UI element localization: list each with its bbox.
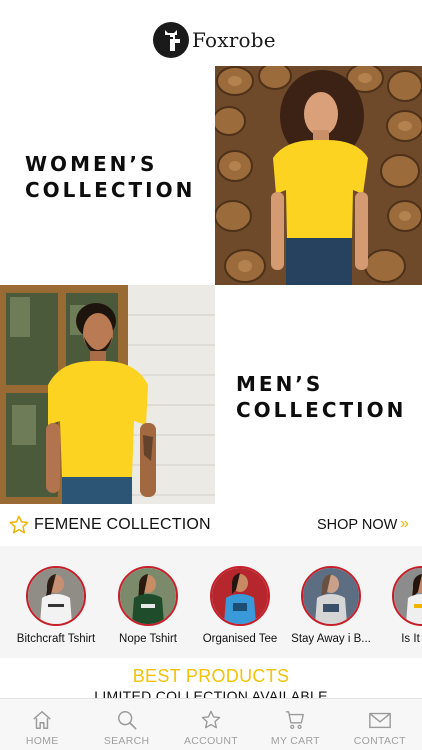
- bottom-tab-bar: HOME SEARCH ACCOUNT MY CART CONTACT: [0, 698, 422, 750]
- product-item[interactable]: Stay Away i B...: [281, 566, 381, 645]
- tab-home[interactable]: HOME: [0, 699, 84, 750]
- mens-label-line1: MEN’S: [236, 372, 324, 396]
- app-header: Foxrobe: [0, 0, 422, 66]
- shop-now-link[interactable]: SHOP NOW: [317, 517, 397, 533]
- tab-label: ACCOUNT: [184, 735, 239, 747]
- femene-collection-header: FEMENE COLLECTION SHOP NOW »: [0, 504, 422, 546]
- tab-label: CONTACT: [353, 735, 406, 747]
- mens-label-line2: COLLECTION: [236, 398, 407, 422]
- mail-icon: [368, 712, 391, 729]
- product-item[interactable]: Nope Tshirt: [98, 566, 198, 645]
- womens-collection-label[interactable]: WOMEN’S COLLECTION: [25, 151, 195, 203]
- product-thumbnail: [392, 566, 422, 626]
- product-name: Stay Away i B...: [291, 633, 371, 645]
- tab-my-cart[interactable]: MY CART: [253, 699, 337, 750]
- search-icon: [117, 711, 137, 730]
- product-thumbnail: [118, 566, 178, 626]
- product-carousel[interactable]: Bitchcraft Tshirt Nope Tshirt Organised …: [0, 546, 422, 658]
- mens-collection-image[interactable]: [0, 285, 215, 504]
- product-name: Is It Frid: [401, 633, 422, 645]
- best-products-title: BEST PRODUCTS: [132, 666, 290, 686]
- product-thumbnail: [210, 566, 270, 626]
- product-item[interactable]: Is It Frid: [372, 566, 422, 645]
- product-item[interactable]: Organised Tee: [190, 566, 290, 645]
- fox-logo-icon: [153, 22, 189, 58]
- star-icon: [9, 515, 29, 534]
- mens-collection-label[interactable]: MEN’S COLLECTION: [236, 371, 406, 423]
- tab-label: HOME: [25, 735, 59, 747]
- product-thumbnail: [301, 566, 361, 626]
- tab-label: MY CART: [270, 735, 320, 747]
- womens-collection-image[interactable]: [215, 66, 422, 285]
- tab-search[interactable]: SEARCH: [84, 699, 168, 750]
- product-name: Organised Tee: [202, 633, 278, 645]
- section-title: FEMENE COLLECTION: [34, 516, 211, 533]
- tab-label: SEARCH: [103, 735, 150, 747]
- brand-logo[interactable]: Foxrobe: [153, 22, 276, 58]
- womens-label-line1: WOMEN’S: [25, 152, 158, 176]
- double-chevron-right-icon[interactable]: »: [400, 515, 409, 533]
- tab-account[interactable]: ACCOUNT: [169, 699, 253, 750]
- product-name: Bitchcraft Tshirt: [16, 633, 96, 645]
- home-icon: [33, 711, 51, 729]
- womens-label-line2: COLLECTION: [25, 178, 196, 202]
- star-icon: [201, 710, 221, 729]
- product-thumbnail: [26, 566, 86, 626]
- tab-contact[interactable]: CONTACT: [338, 699, 422, 750]
- brand-name: Foxrobe: [192, 28, 276, 52]
- product-name: Nope Tshirt: [119, 633, 177, 645]
- cart-icon: [286, 711, 305, 729]
- product-item[interactable]: Bitchcraft Tshirt: [6, 566, 106, 645]
